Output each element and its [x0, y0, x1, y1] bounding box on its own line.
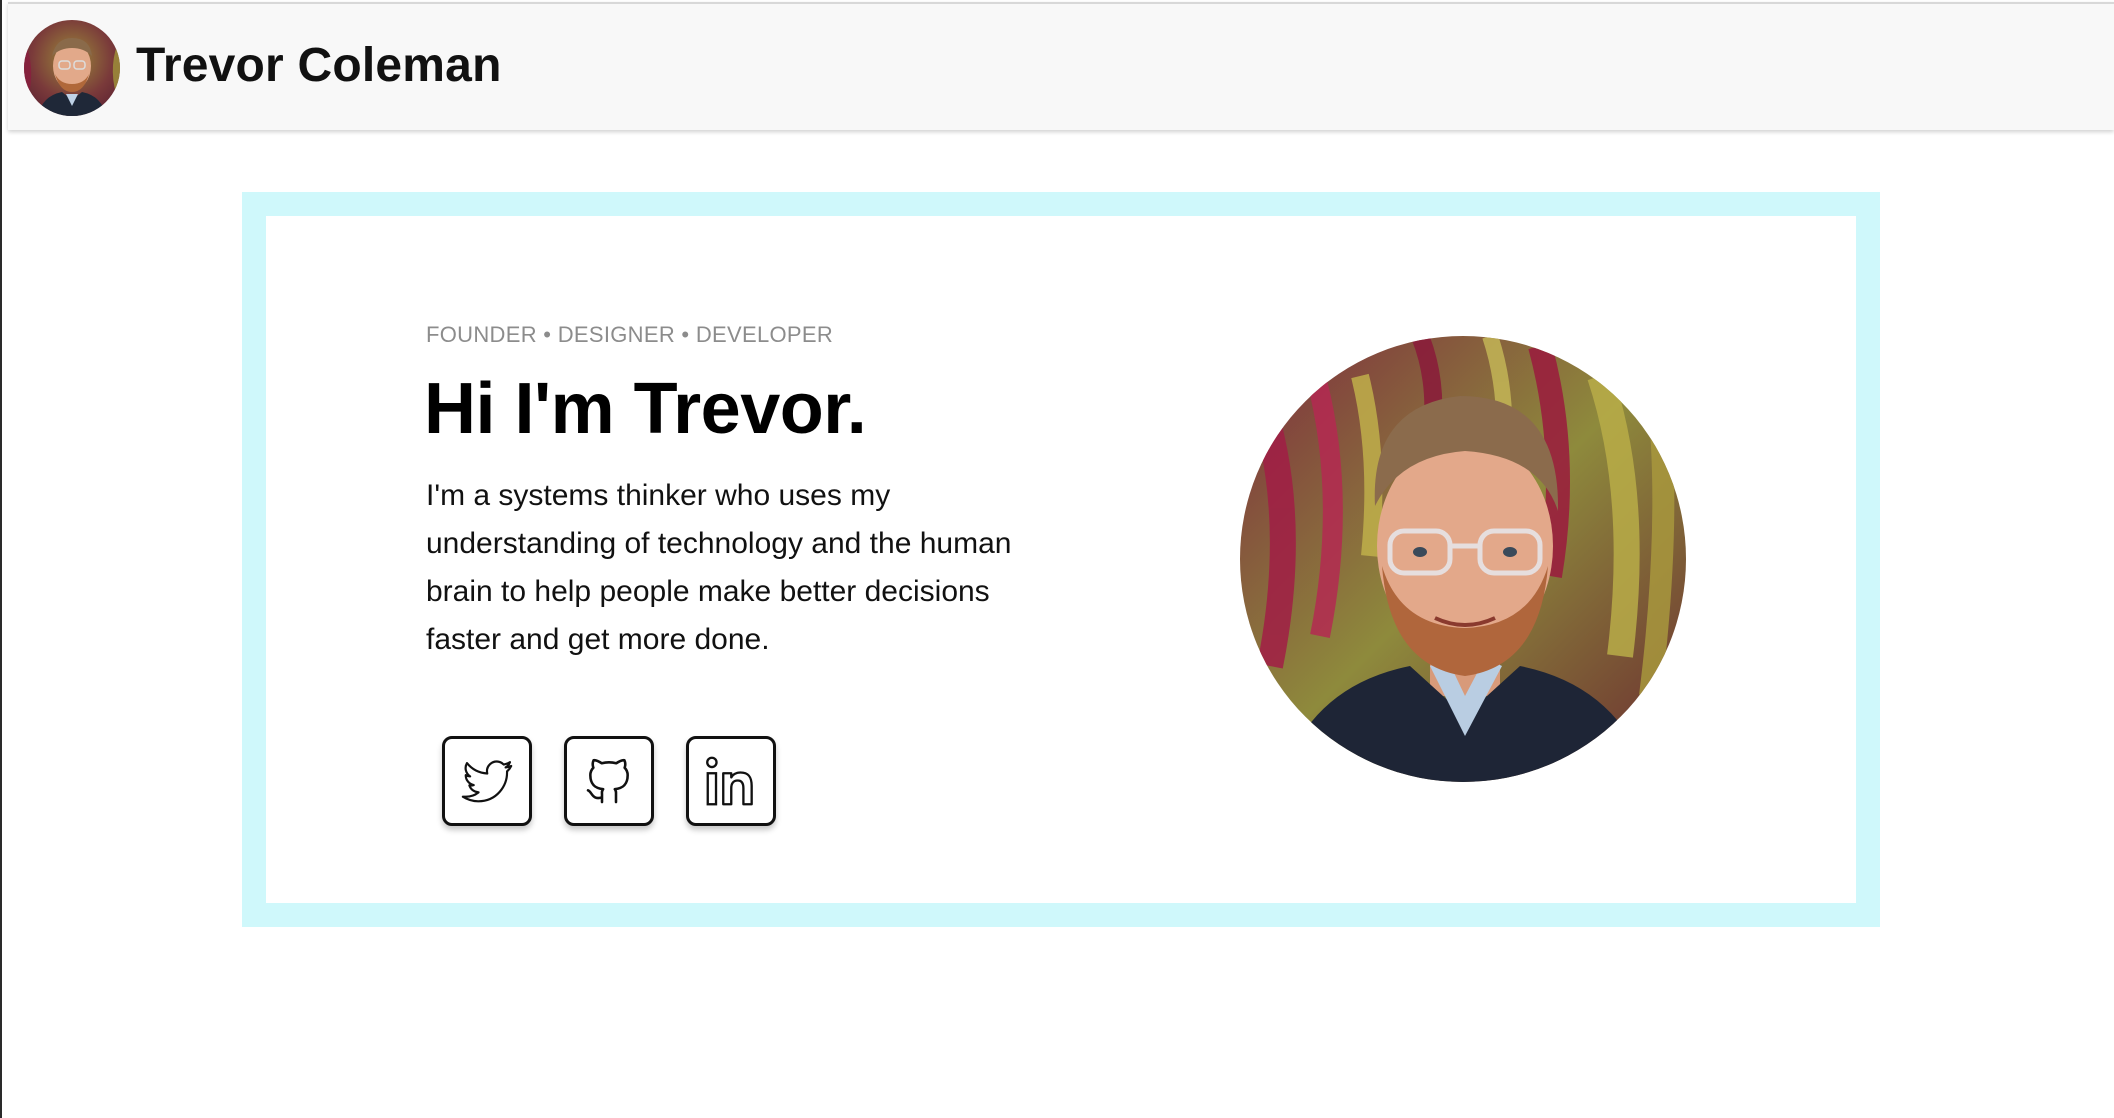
avatar-image [24, 20, 120, 116]
hero-heading: Hi I'm Trevor. [424, 369, 867, 449]
profile-photo [1240, 336, 1686, 782]
linkedin-button[interactable] [686, 736, 776, 826]
roles-tagline: FOUNDER • DESIGNER • DEVELOPER [426, 322, 834, 347]
twitter-button[interactable] [442, 736, 532, 826]
github-icon [586, 758, 629, 804]
social-links [442, 736, 776, 826]
linkedin-icon [706, 756, 753, 806]
hero-card-inner: FOUNDER • DESIGNER • DEVELOPER Hi I'm Tr… [266, 216, 1856, 903]
hero-card: FOUNDER • DESIGNER • DEVELOPER Hi I'm Tr… [242, 192, 1880, 927]
avatar[interactable] [24, 20, 120, 116]
page: Trevor Coleman FOUNDER • DESIGNER • DEVE… [0, 0, 2114, 1118]
twitter-icon [461, 760, 513, 803]
hero-bio: I'm a systems thinker who uses my unders… [426, 479, 1012, 656]
profile-photo-image [1240, 336, 1686, 782]
site-title[interactable]: Trevor Coleman [136, 38, 502, 93]
github-button[interactable] [564, 736, 654, 826]
site-header: Trevor Coleman [8, 2, 2114, 130]
